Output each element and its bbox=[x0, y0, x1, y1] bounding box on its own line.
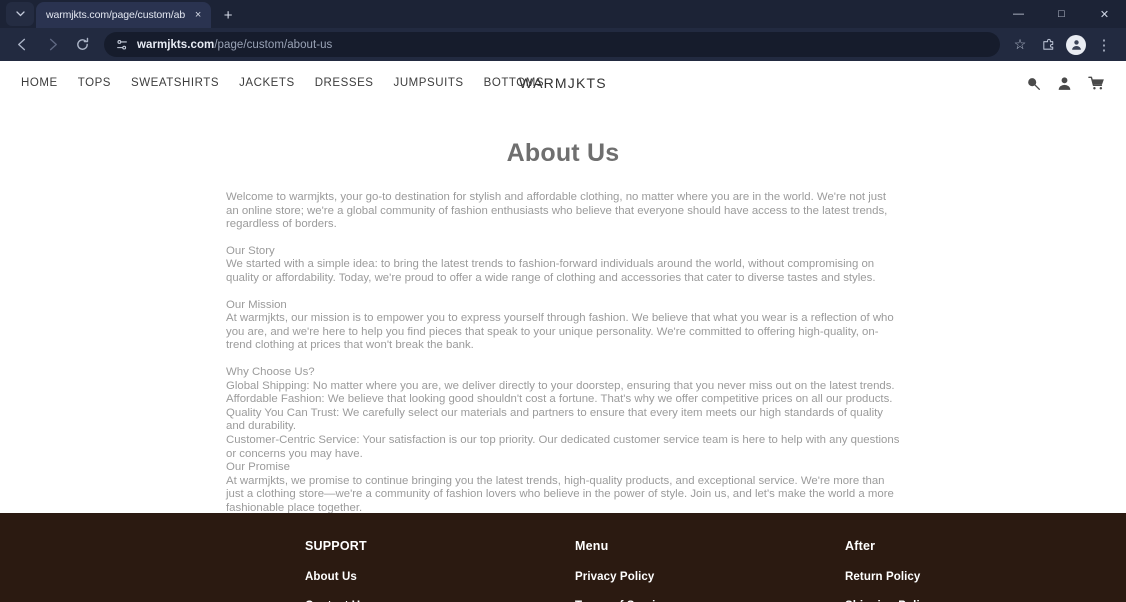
window-controls: — □ ✕ bbox=[997, 0, 1126, 28]
forward-button[interactable] bbox=[38, 31, 66, 59]
our-promise-body: At warmjkts, we promise to continue brin… bbox=[226, 474, 894, 514]
toolbar-actions: ☆ ⋮ bbox=[1006, 31, 1118, 59]
footer-heading-menu: Menu bbox=[575, 539, 609, 553]
search-icon[interactable] bbox=[1026, 76, 1041, 91]
reload-icon bbox=[76, 37, 88, 50]
close-window-button[interactable]: ✕ bbox=[1083, 0, 1126, 28]
nav-links: HOME TOPS SWEATSHIRTS JACKETS DRESSES JU… bbox=[21, 77, 544, 89]
footer-link-privacy-policy[interactable]: Privacy Policy bbox=[575, 571, 845, 583]
footer-link-about-us[interactable]: About Us bbox=[305, 571, 575, 583]
site-navigation: HOME TOPS SWEATSHIRTS JACKETS DRESSES JU… bbox=[0, 61, 1126, 105]
browser-toolbar: warmjkts.com/page/custom/about-us ☆ ⋮ bbox=[0, 28, 1126, 61]
tab-search-icon[interactable] bbox=[6, 2, 34, 26]
browser-menu-icon[interactable]: ⋮ bbox=[1090, 31, 1118, 59]
bookmark-star-icon[interactable]: ☆ bbox=[1006, 31, 1034, 59]
why-item-customer-centric-service: Customer-Centric Service: Your satisfact… bbox=[226, 433, 900, 460]
footer-heading-after: After bbox=[845, 539, 876, 553]
section-heading-why-choose-us: Why Choose Us? bbox=[226, 365, 315, 378]
page-viewport: HOME TOPS SWEATSHIRTS JACKETS DRESSES JU… bbox=[0, 61, 1126, 602]
footer-heading-support: SUPPORT bbox=[305, 539, 367, 553]
extensions-icon[interactable] bbox=[1034, 31, 1062, 59]
why-item-global-shipping: Global Shipping: No matter where you are… bbox=[226, 379, 895, 392]
site-footer: SUPPORT About Us Contact Us Menu Privacy… bbox=[0, 513, 1126, 602]
nav-item-home[interactable]: HOME bbox=[21, 77, 58, 89]
chevron-down-icon bbox=[15, 11, 25, 17]
browser-tab[interactable]: warmjkts.com/page/custom/ab × bbox=[36, 2, 212, 28]
new-tab-button[interactable]: + bbox=[215, 3, 241, 27]
why-item-quality-you-can-trust: Quality You Can Trust: We carefully sele… bbox=[226, 406, 883, 433]
why-item-affordable-fashion: Affordable Fashion: We believe that look… bbox=[226, 393, 893, 406]
section-heading-our-mission: Our Mission bbox=[226, 298, 287, 311]
page-title: About Us bbox=[506, 139, 620, 167]
minimize-button[interactable]: — bbox=[997, 0, 1040, 28]
our-mission-body: At warmjkts, our mission is to empower y… bbox=[226, 312, 894, 352]
browser-window: warmjkts.com/page/custom/ab × + — □ ✕ wa… bbox=[0, 0, 1126, 602]
section-heading-our-promise: Our Promise bbox=[226, 461, 290, 474]
footer-column-menu: Menu Privacy Policy Terms of Service bbox=[575, 539, 845, 602]
nav-item-bottoms[interactable]: BOTTOMS bbox=[484, 77, 545, 89]
back-button[interactable] bbox=[8, 31, 36, 59]
person-icon bbox=[1071, 40, 1081, 50]
our-story-body: We started with a simple idea: to bring … bbox=[226, 258, 876, 284]
close-icon[interactable]: × bbox=[191, 8, 205, 22]
url-domain: warmjkts.com bbox=[137, 38, 215, 51]
footer-column-support: SUPPORT About Us Contact Us bbox=[305, 539, 575, 602]
forward-arrow-icon bbox=[49, 38, 57, 51]
avatar bbox=[1066, 34, 1086, 55]
section-heading-our-story: Our Story bbox=[226, 244, 275, 257]
tab-strip: warmjkts.com/page/custom/ab × + — □ ✕ bbox=[0, 0, 1126, 28]
tab-title: warmjkts.com/page/custom/ab bbox=[46, 9, 186, 21]
profile-button[interactable] bbox=[1062, 31, 1090, 59]
nav-icon-group bbox=[1026, 75, 1105, 91]
nav-item-tops[interactable]: TOPS bbox=[78, 77, 111, 89]
url-path: /page/custom/about-us bbox=[214, 38, 333, 51]
nav-item-dresses[interactable]: DRESSES bbox=[315, 77, 374, 89]
nav-item-jumpsuits[interactable]: JUMPSUITS bbox=[394, 77, 464, 89]
page-content: About Us Welcome to warmjkts, your go-to… bbox=[0, 139, 1126, 542]
intro-paragraph: Welcome to warmjkts, your go-to destinat… bbox=[226, 191, 888, 231]
nav-item-jackets[interactable]: JACKETS bbox=[239, 77, 295, 89]
reload-button[interactable] bbox=[68, 31, 96, 59]
maximize-button[interactable]: □ bbox=[1040, 0, 1083, 28]
account-icon[interactable] bbox=[1057, 76, 1072, 91]
back-arrow-icon bbox=[17, 38, 25, 51]
address-bar-url: warmjkts.com/page/custom/about-us bbox=[137, 39, 332, 51]
site-settings-icon[interactable] bbox=[114, 37, 129, 52]
footer-link-return-policy[interactable]: Return Policy bbox=[845, 571, 1115, 583]
nav-item-sweatshirts[interactable]: SWEATSHIRTS bbox=[131, 77, 219, 89]
footer-column-after: After Return Policy Shipping Policy bbox=[845, 539, 1115, 602]
cart-icon[interactable] bbox=[1088, 75, 1105, 91]
address-bar[interactable]: warmjkts.com/page/custom/about-us bbox=[104, 32, 1000, 57]
